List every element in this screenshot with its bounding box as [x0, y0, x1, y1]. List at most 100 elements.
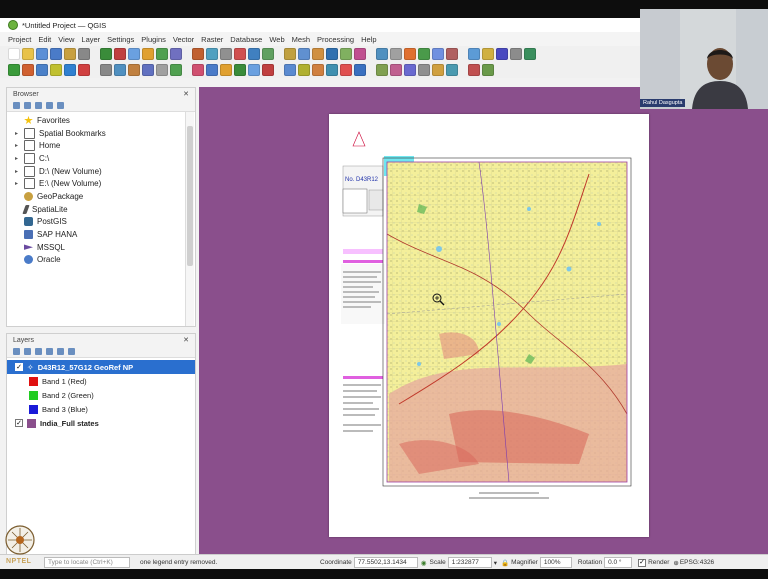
menu-item-plugins[interactable]: Plugins [141, 35, 166, 44]
browser-item-postgis[interactable]: PostGIS [7, 216, 195, 229]
render-checkbox[interactable]: ✓ [638, 558, 647, 567]
toolbar2-tool-13-icon[interactable] [192, 64, 204, 76]
toolbar2-tool-29-icon[interactable] [432, 64, 444, 76]
toolbar2-tool-8-icon[interactable] [114, 64, 126, 76]
browser-item-drive[interactable]: ▸ D:\ (New Volume) [7, 165, 195, 178]
toolbar1-tool-6-icon[interactable] [78, 48, 90, 60]
toolbar2-tool-15-icon[interactable] [220, 64, 232, 76]
browser-item-mssql[interactable]: MSSQL [7, 241, 195, 254]
toolbar1-tool-32-icon[interactable] [482, 48, 494, 60]
menu-item-mesh[interactable]: Mesh [292, 35, 310, 44]
collapse-icon[interactable] [46, 102, 53, 109]
toolbar1-tool-4-icon[interactable] [50, 48, 62, 60]
menu-item-web[interactable]: Web [269, 35, 284, 44]
scale-dropdown-icon[interactable]: ▾ [494, 559, 497, 567]
layer-checkbox[interactable]: ✓ [15, 419, 23, 427]
toolbar2-tool-18-icon[interactable] [262, 64, 274, 76]
toolbar2-tool-21-icon[interactable] [312, 64, 324, 76]
toolbar1-tool-33-icon[interactable] [496, 48, 508, 60]
toolbar1-tool-2-icon[interactable] [22, 48, 34, 60]
toolbar2-tool-25-icon[interactable] [376, 64, 388, 76]
toolbar2-tool-10-icon[interactable] [142, 64, 154, 76]
toolbar1-tool-3-icon[interactable] [36, 48, 48, 60]
toolbar1-tool-34-icon[interactable] [510, 48, 522, 60]
toolbar2-tool-28-icon[interactable] [418, 64, 430, 76]
browser-item-geopackage[interactable]: GeoPackage [7, 190, 195, 203]
layer-row-raster[interactable]: ✓ ✧ D43R12_57G12 GeoRef NP [7, 360, 195, 374]
crs-icon[interactable]: ⊕ [673, 559, 678, 567]
toolbar2-tool-19-icon[interactable] [284, 64, 296, 76]
refresh-icon[interactable] [13, 102, 20, 109]
layer-row-vector[interactable]: ✓ India_Full states [7, 416, 195, 430]
toolbar2-tool-31-icon[interactable] [468, 64, 480, 76]
browser-item-drive[interactable]: ▸ E:\ (New Volume) [7, 177, 195, 190]
toolbar1-tool-25-icon[interactable] [376, 48, 388, 60]
filter-icon[interactable] [35, 102, 42, 109]
remove-layer-icon[interactable] [68, 348, 75, 355]
toolbar2-tool-3-icon[interactable] [36, 64, 48, 76]
toolbar1-tool-31-icon[interactable] [468, 48, 480, 60]
menu-item-layer[interactable]: Layer [81, 35, 100, 44]
toolbar1-tool-29-icon[interactable] [432, 48, 444, 60]
menu-item-project[interactable]: Project [8, 35, 31, 44]
locator-search-input[interactable]: Type to locate (Ctrl+K) [44, 557, 130, 568]
rotation-field[interactable]: 0.0 ° [604, 557, 633, 568]
lock-icon[interactable]: 🔒 [501, 559, 509, 567]
browser-scrollbar[interactable] [185, 112, 194, 326]
filter-legend-icon[interactable] [46, 348, 53, 355]
toolbar1-tool-23-icon[interactable] [340, 48, 352, 60]
toolbar2-tool-27-icon[interactable] [404, 64, 416, 76]
toolbar1-tool-13-icon[interactable] [192, 48, 204, 60]
toolbar1-tool-22-icon[interactable] [326, 48, 338, 60]
toolbar2-tool-24-icon[interactable] [354, 64, 366, 76]
panel-close-icon[interactable]: ✕ [183, 336, 189, 344]
panel-close-icon[interactable]: ✕ [183, 90, 189, 98]
menu-item-view[interactable]: View [58, 35, 74, 44]
toolbar1-tool-18-icon[interactable] [262, 48, 274, 60]
toolbar1-tool-17-icon[interactable] [248, 48, 260, 60]
toolbar1-tool-5-icon[interactable] [64, 48, 76, 60]
toolbar1-tool-12-icon[interactable] [170, 48, 182, 60]
toolbar1-tool-14-icon[interactable] [206, 48, 218, 60]
menu-item-edit[interactable]: Edit [38, 35, 51, 44]
browser-item-bookmark[interactable]: ▸ Spatial Bookmarks [7, 127, 195, 140]
toolbar2-tool-5-icon[interactable] [64, 64, 76, 76]
browser-item-oracle[interactable]: Oracle [7, 254, 195, 267]
expand-arrow-icon[interactable]: ▸ [15, 155, 20, 162]
toolbar1-tool-1-icon[interactable] [8, 48, 20, 60]
expand-arrow-icon[interactable]: ▸ [15, 142, 20, 149]
toolbar2-tool-7-icon[interactable] [100, 64, 112, 76]
style-icon[interactable] [13, 348, 20, 355]
toolbar2-tool-17-icon[interactable] [248, 64, 260, 76]
menu-item-raster[interactable]: Raster [201, 35, 223, 44]
add-icon[interactable] [24, 102, 31, 109]
expand-arrow-icon[interactable]: ▸ [15, 168, 20, 175]
map-canvas[interactable]: No. D43R12 [199, 87, 768, 567]
toolbar2-tool-20-icon[interactable] [298, 64, 310, 76]
toolbar1-tool-8-icon[interactable] [114, 48, 126, 60]
menu-item-vector[interactable]: Vector [173, 35, 194, 44]
toolbar2-tool-23-icon[interactable] [340, 64, 352, 76]
layer-checkbox[interactable]: ✓ [15, 363, 23, 371]
toolbar2-tool-11-icon[interactable] [156, 64, 168, 76]
menu-item-processing[interactable]: Processing [317, 35, 354, 44]
toolbar1-tool-27-icon[interactable] [404, 48, 416, 60]
browser-item-star[interactable]: Favorites [7, 114, 195, 127]
coordinate-field[interactable]: 77.5502,13.1434 [353, 557, 418, 568]
browser-item-sap-hana[interactable]: SAP HANA [7, 228, 195, 241]
toolbar1-tool-7-icon[interactable] [100, 48, 112, 60]
toolbar1-tool-35-icon[interactable] [524, 48, 536, 60]
toolbar2-tool-2-icon[interactable] [22, 64, 34, 76]
toolbar2-tool-26-icon[interactable] [390, 64, 402, 76]
toolbar2-tool-30-icon[interactable] [446, 64, 458, 76]
toolbar2-tool-12-icon[interactable] [170, 64, 182, 76]
toolbar1-tool-16-icon[interactable] [234, 48, 246, 60]
toolbar1-tool-21-icon[interactable] [312, 48, 324, 60]
magnifier-field[interactable]: 100% [539, 557, 572, 568]
toolbar1-tool-15-icon[interactable] [220, 48, 232, 60]
toolbar1-tool-11-icon[interactable] [156, 48, 168, 60]
toolbar1-tool-30-icon[interactable] [446, 48, 458, 60]
browser-item-spatialite[interactable]: SpatiaLite [7, 203, 195, 216]
toolbar2-tool-6-icon[interactable] [78, 64, 90, 76]
browser-item-drive[interactable]: ▸ C:\ [7, 152, 195, 165]
